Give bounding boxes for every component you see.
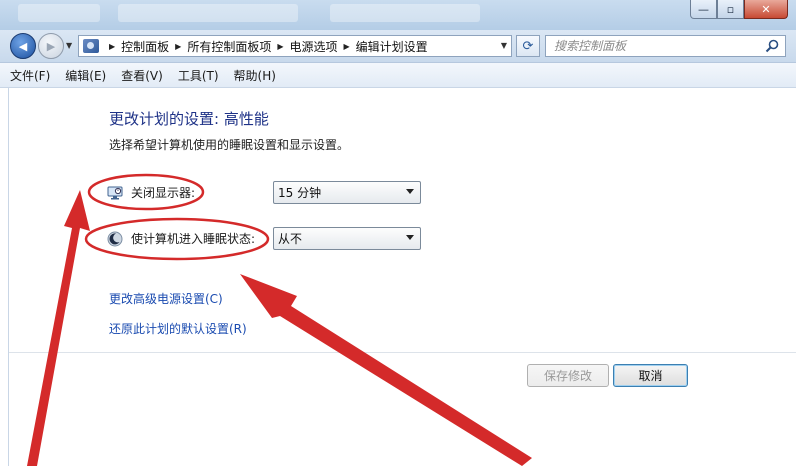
sleep-select[interactable]: 从不 <box>273 227 421 250</box>
sleep-label: 使计算机进入睡眠状态: <box>131 232 256 246</box>
advanced-power-settings-link[interactable]: 更改高级电源设置(C) <box>109 290 223 307</box>
recent-pages-dropdown[interactable]: ▼ <box>66 41 72 50</box>
breadcrumb-separator-icon[interactable]: ▶ <box>109 42 115 51</box>
maximize-button[interactable]: ▫ <box>717 0 744 19</box>
minimize-button[interactable]: — <box>690 0 717 19</box>
background-tab <box>18 4 100 22</box>
close-button[interactable]: ✕ <box>744 0 788 19</box>
breadcrumb-separator-icon[interactable]: ▶ <box>344 42 350 51</box>
control-panel-icon <box>83 39 99 53</box>
breadcrumb-all-items[interactable]: 所有控制面板项 <box>187 38 271 55</box>
divider <box>9 352 796 353</box>
save-changes-button[interactable]: 保存修改 <box>527 364 609 387</box>
moon-icon <box>107 231 123 246</box>
cancel-button[interactable]: 取消 <box>613 364 688 387</box>
back-button[interactable]: ◀ <box>10 33 36 59</box>
display-off-setting: 关闭显示器: <box>107 184 195 201</box>
menu-view[interactable]: 查看(V) <box>121 67 163 84</box>
restore-defaults-link[interactable]: 还原此计划的默认设置(R) <box>109 320 247 337</box>
forward-button[interactable]: ▶ <box>38 33 64 59</box>
menu-edit[interactable]: 编辑(E) <box>65 67 106 84</box>
breadcrumb-separator-icon[interactable]: ▶ <box>277 42 283 51</box>
background-tab <box>330 4 480 22</box>
page-subtitle: 选择希望计算机使用的睡眠设置和显示设置。 <box>109 138 350 152</box>
breadcrumb-control-panel[interactable]: 控制面板 <box>121 38 169 55</box>
chevron-down-icon <box>406 235 414 240</box>
chevron-down-icon <box>406 189 414 194</box>
display-off-label: 关闭显示器: <box>131 186 196 200</box>
breadcrumb-power-options[interactable]: 电源选项 <box>290 38 338 55</box>
content-pane: 更改计划的设置: 高性能 选择希望计算机使用的睡眠设置和显示设置。 关闭显示器:… <box>8 88 796 466</box>
sleep-value: 从不 <box>278 232 303 246</box>
window-controls: — ▫ ✕ <box>690 0 788 19</box>
menu-tools[interactable]: 工具(T) <box>178 67 219 84</box>
search-icon[interactable] <box>765 39 779 53</box>
search-input[interactable] <box>554 39 754 53</box>
menu-help[interactable]: 帮助(H) <box>234 67 276 84</box>
forward-arrow-icon: ▶ <box>46 39 56 53</box>
breadcrumb-edit-plan[interactable]: 编辑计划设置 <box>356 38 428 55</box>
display-off-select[interactable]: 15 分钟 <box>273 181 421 204</box>
menu-file[interactable]: 文件(F) <box>10 67 50 84</box>
address-bar[interactable]: ▶ 控制面板 ▶ 所有控制面板项 ▶ 电源选项 ▶ 编辑计划设置 ▼ <box>78 35 512 57</box>
breadcrumb-separator-icon[interactable]: ▶ <box>175 42 181 51</box>
display-off-value: 15 分钟 <box>278 186 322 200</box>
refresh-icon: ⟳ <box>522 38 534 54</box>
search-box[interactable] <box>545 35 786 57</box>
window-titlebar: — ▫ ✕ <box>0 0 796 30</box>
background-tab <box>118 4 298 22</box>
back-arrow-icon: ◀ <box>18 39 28 53</box>
sleep-setting: 使计算机进入睡眠状态: <box>107 230 255 247</box>
refresh-button[interactable]: ⟳ <box>516 35 540 57</box>
page-title: 更改计划的设置: 高性能 <box>109 110 269 128</box>
monitor-icon <box>107 186 123 199</box>
navigation-bar: ◀ ▶ ▼ ▶ 控制面板 ▶ 所有控制面板项 ▶ 电源选项 ▶ 编辑计划设置 ▼… <box>0 30 796 62</box>
address-dropdown-icon[interactable]: ▼ <box>501 41 507 50</box>
menu-bar: 文件(F) 编辑(E) 查看(V) 工具(T) 帮助(H) <box>0 62 796 88</box>
